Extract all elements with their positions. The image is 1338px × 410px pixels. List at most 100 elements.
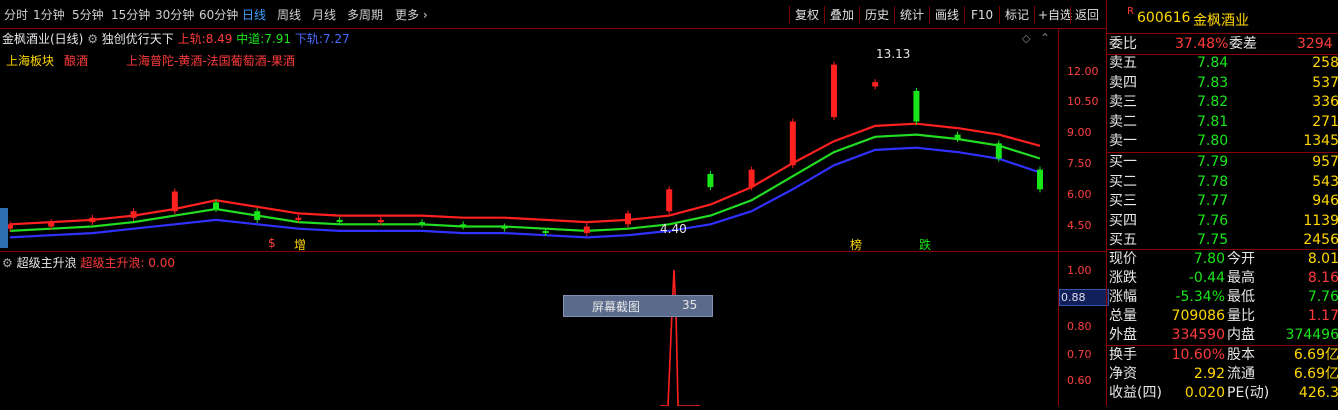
candle-body <box>377 219 384 223</box>
weibi-value: 37.48% <box>1175 36 1229 52</box>
candle-body <box>1037 169 1043 190</box>
screenshot-tooltip[interactable]: 屏幕截图 35 <box>563 295 713 317</box>
period-60min[interactable]: 60分钟 <box>199 7 238 23</box>
add-watchlist-button[interactable]: +自选 <box>1038 7 1072 23</box>
ask-level-volume: 1345 <box>1303 133 1338 149</box>
stat-value: 334590 <box>1171 327 1225 343</box>
candle-body <box>213 202 219 209</box>
bid-level-price: 7.76 <box>1197 212 1229 229</box>
stat-label: 股本 <box>1227 347 1255 363</box>
diamond-icon[interactable]: ◇ <box>1022 32 1030 45</box>
history-button[interactable]: 历史 <box>865 7 889 23</box>
weicha-label: 委差 <box>1229 36 1257 52</box>
f10-button[interactable]: F10 <box>971 7 993 23</box>
draw-line-button[interactable]: 画线 <box>935 7 959 23</box>
bid-level-volume: 2456 <box>1303 232 1338 248</box>
sector-label: 上海板块 <box>6 54 55 68</box>
ask-level-price: 7.82 <box>1197 94 1229 110</box>
stat-label: 最低 <box>1227 289 1255 305</box>
upper-label: 上轨: <box>177 32 206 46</box>
bid-level-row: 买五 7.75 2456 <box>1107 231 1338 250</box>
band-line-2 <box>9 146 1041 239</box>
stat-label: 流通 <box>1227 366 1255 382</box>
weibi-row: 委比 37.48% 委差 3294 <box>1107 35 1338 54</box>
overlay-button[interactable]: 叠加 <box>830 7 854 23</box>
sub-header: ⚙ 超级主升浪 超级主升浪: 0.00 <box>2 254 175 271</box>
stat-row: 总量 709086 量比 1.17 <box>1107 307 1338 326</box>
bid-level-row: 买二 7.78 543 <box>1107 173 1338 192</box>
bid-level-volume: 1139 <box>1303 212 1338 229</box>
stat-row: 涨幅 -5.34% 最低 7.76 <box>1107 288 1338 307</box>
candle-body <box>913 90 920 122</box>
candle-body <box>336 219 343 223</box>
period-monthly[interactable]: 月线 <box>312 7 336 23</box>
candle-body <box>872 82 879 87</box>
fuquan-button[interactable]: 复权 <box>795 7 819 23</box>
back-button[interactable]: 返回 <box>1075 7 1099 23</box>
stats-button[interactable]: 统计 <box>900 7 924 23</box>
sub-indicator-chart[interactable]: ⚙ 超级主升浪 超级主升浪: 0.00 <box>0 252 1058 407</box>
toolbar-divider <box>999 6 1000 24</box>
quote-panel: R 600616 金枫酒业 委比 37.48% 委差 3294 卖五 7.84 25… <box>1106 0 1338 406</box>
axis-tick: 6.00 <box>1067 188 1092 201</box>
stat-value: 6.69亿 <box>1293 366 1338 382</box>
axis-tick: 10.50 <box>1067 95 1099 108</box>
candle-body <box>995 143 1002 159</box>
stat-value: -0.44 <box>1188 270 1225 286</box>
axis-tick: 9.00 <box>1067 126 1092 139</box>
stat-value: 426.3 <box>1298 385 1338 401</box>
stat-label: PE(动) <box>1227 385 1270 401</box>
toolbar-divider <box>1070 6 1071 24</box>
stat-value: 10.60% <box>1171 347 1225 363</box>
sub-settings-gear-icon[interactable]: ⚙ <box>2 256 13 270</box>
candle-body <box>542 230 549 234</box>
stat-label: 收益(四) <box>1109 385 1162 401</box>
sub-indicator-svg <box>660 269 700 407</box>
candle-body <box>419 222 425 225</box>
panel-drag-handle[interactable] <box>0 208 8 248</box>
period-15min[interactable]: 15分钟 <box>111 7 150 23</box>
toolbar-divider <box>859 6 860 24</box>
axis-tick: 12.00 <box>1067 65 1099 78</box>
stock-title: 金枫酒业(日线) <box>2 32 84 46</box>
sub-indicator-name: 超级主升浪 <box>16 256 77 270</box>
axis-tick: 4.50 <box>1067 219 1092 232</box>
indicator-header: 金枫酒业(日线) ⚙ 独创优行天下 上轨:8.49 中道:7.91 下轨:7.2… <box>2 30 350 47</box>
upper-value: 8.49 <box>205 32 233 46</box>
quote-header: R 600616 金枫酒业 <box>1107 0 1338 34</box>
bid-level-row: 买一 7.79 957 <box>1107 153 1338 172</box>
price-axis: 12.00 10.50 9.00 7.50 6.00 4.50 1.00 0.8… <box>1058 28 1109 406</box>
screenshot-value: 35 <box>682 298 698 312</box>
bid-level-price: 7.75 <box>1197 232 1229 248</box>
stat-row: 涨跌 -0.44 最高 8.16 <box>1107 269 1338 288</box>
collapse-chevron-icon[interactable]: ⌃ <box>1040 31 1050 45</box>
period-daily[interactable]: 日线 <box>242 7 266 23</box>
weibi-label: 委比 <box>1109 36 1137 52</box>
main-kline-chart[interactable]: 金枫酒业(日线) ⚙ 独创优行天下 上轨:8.49 中道:7.91 下轨:7.2… <box>0 28 1058 252</box>
period-1min[interactable]: 1分钟 <box>33 7 65 23</box>
stat-value: 7.80 <box>1193 251 1225 267</box>
stat-value: 8.16 <box>1307 270 1338 286</box>
period-multi[interactable]: 多周期 <box>347 7 383 23</box>
bid-level-price: 7.78 <box>1197 173 1229 190</box>
screenshot-label: 屏幕截图 <box>592 300 641 314</box>
stat-row: 外盘 334590 内盘 374496 <box>1107 326 1338 345</box>
mid-label: 中道: <box>236 32 265 46</box>
period-weekly[interactable]: 周线 <box>277 7 301 23</box>
stat-label: 现价 <box>1109 251 1137 267</box>
candle-body <box>254 211 261 220</box>
ask-level-price: 7.84 <box>1197 55 1229 71</box>
bid-level-row: 买四 7.76 1139 <box>1107 212 1338 231</box>
candle-body <box>625 213 631 225</box>
bid-level-volume: 543 <box>1312 173 1338 190</box>
period-30min[interactable]: 30分钟 <box>155 7 194 23</box>
mark-button[interactable]: 标记 <box>1005 7 1029 23</box>
period-5min[interactable]: 5分钟 <box>72 7 104 23</box>
period-fenshi[interactable]: 分时 <box>4 7 28 23</box>
settings-gear-icon[interactable]: ⚙ <box>87 32 98 46</box>
stat-row: 换手 10.60% 股本 6.69亿 <box>1107 346 1338 365</box>
stat-label: 今开 <box>1227 251 1255 267</box>
lower-value: 7.27 <box>322 32 350 46</box>
period-more[interactable]: 更多 › <box>395 7 428 23</box>
ask-level-volume: 258 <box>1312 55 1338 71</box>
